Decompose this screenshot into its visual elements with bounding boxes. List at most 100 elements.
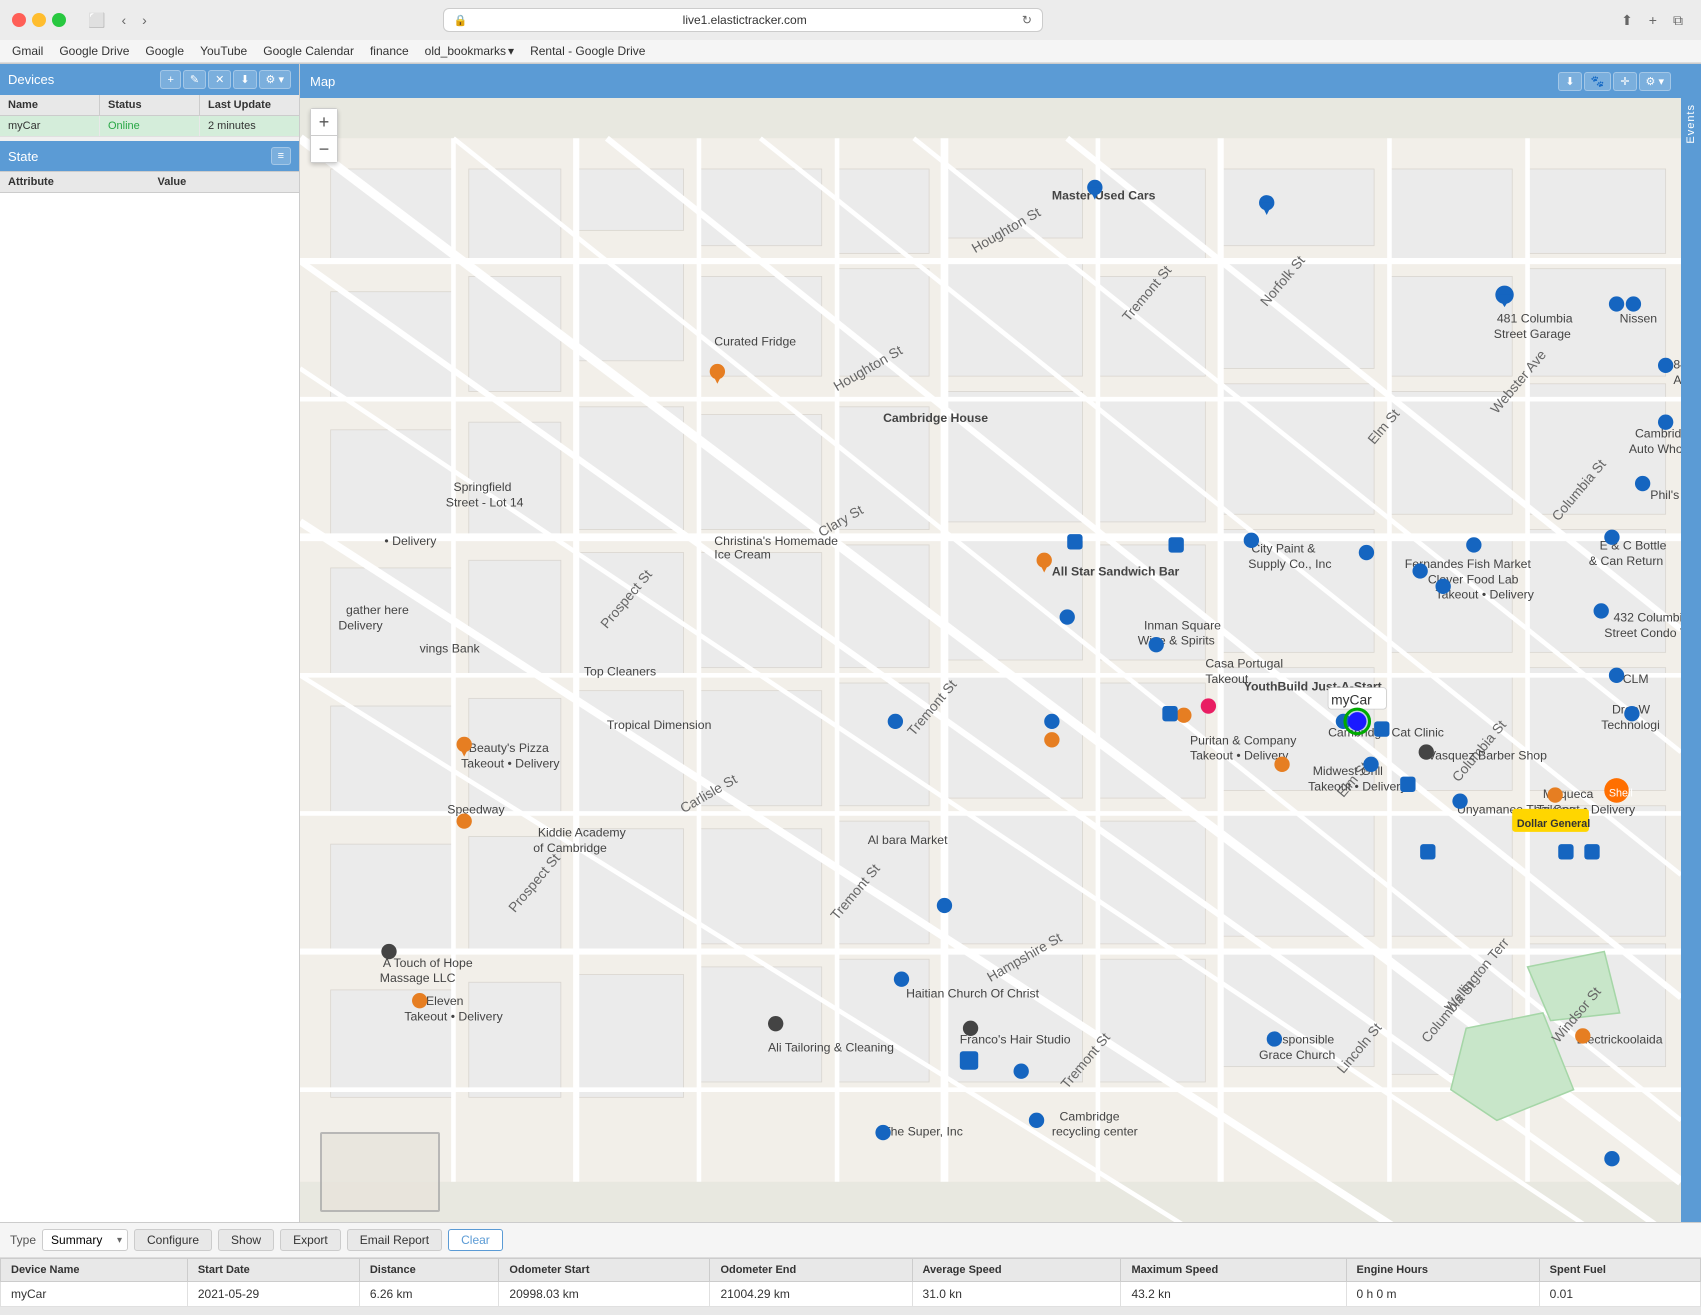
- svg-text:Supply Co., Inc: Supply Co., Inc: [1248, 557, 1331, 571]
- col-engine-hours: Engine Hours: [1346, 1259, 1539, 1282]
- zoom-in-button[interactable]: +: [311, 109, 337, 135]
- events-sidebar-label: Events: [1685, 104, 1697, 144]
- devices-panel: Devices + ✎ ✕ ⬇ ⚙ ▾ Name Status Last Upd…: [0, 64, 299, 137]
- svg-text:myCar: myCar: [1331, 691, 1372, 707]
- cell-engine-hours: 0 h 0 m: [1346, 1282, 1539, 1307]
- state-view-button[interactable]: ≡: [271, 147, 291, 165]
- svg-text:gather here: gather here: [346, 603, 409, 617]
- settings-device-button[interactable]: ⚙ ▾: [259, 70, 291, 89]
- left-panel: Devices + ✎ ✕ ⬇ ⚙ ▾ Name Status Last Upd…: [0, 64, 300, 1222]
- url-bar[interactable]: 🔒 live1.elastictracker.com ↻: [443, 8, 1043, 32]
- bookmark-rental[interactable]: Rental - Google Drive: [530, 44, 645, 58]
- svg-text:Curated Fridge: Curated Fridge: [714, 334, 796, 348]
- svg-text:Inman Square: Inman Square: [1144, 618, 1221, 632]
- bookmark-drive[interactable]: Google Drive: [59, 44, 129, 58]
- col-odometer-start: Odometer Start: [499, 1259, 710, 1282]
- maximize-traffic-light[interactable]: [52, 13, 66, 27]
- map-header-actions: ⬇ 🐾 ✛ ⚙ ▾: [1558, 72, 1671, 91]
- sidebar-toggle-button[interactable]: ⬜: [82, 10, 111, 31]
- col-max-speed: Maximum Speed: [1121, 1259, 1346, 1282]
- bottom-toolbar: Type Summary Trips Events Stops ▾ Config…: [0, 1223, 1701, 1258]
- export-button[interactable]: Export: [280, 1229, 341, 1251]
- svg-text:Cambridge: Cambridge: [1060, 1109, 1120, 1123]
- svg-text:A Touch of Hope: A Touch of Hope: [383, 956, 473, 970]
- svg-text:Grace Church: Grace Church: [1259, 1048, 1336, 1062]
- forward-button[interactable]: ›: [136, 10, 153, 31]
- tabs-button[interactable]: ⧉: [1667, 10, 1689, 31]
- svg-text:Ave Parking: Ave Parking: [1673, 373, 1681, 387]
- back-button[interactable]: ‹: [115, 10, 132, 31]
- edit-device-button[interactable]: ✎: [183, 70, 206, 89]
- download-device-button[interactable]: ⬇: [233, 70, 256, 89]
- svg-text:Street - Lot 14: Street - Lot 14: [446, 496, 524, 510]
- cell-odometer-end: 21004.29 km: [710, 1282, 912, 1307]
- col-device-name: Device Name: [1, 1259, 188, 1282]
- cell-distance: 6.26 km: [359, 1282, 499, 1307]
- devices-table-header: Name Status Last Update: [0, 95, 299, 116]
- type-select[interactable]: Summary Trips Events Stops: [42, 1229, 128, 1251]
- svg-text:Cambridge House: Cambridge House: [883, 411, 988, 425]
- svg-text:Ice Cream: Ice Cream: [714, 548, 771, 562]
- right-sidebar[interactable]: Events: [1681, 64, 1701, 1222]
- bookmark-old-bookmarks[interactable]: old_bookmarks ▾: [425, 44, 514, 58]
- email-report-button[interactable]: Email Report: [347, 1229, 442, 1251]
- map-container[interactable]: Houghton St Houghton St Tremont St Norfo…: [300, 98, 1681, 1222]
- clear-button[interactable]: Clear: [448, 1229, 503, 1251]
- bookmark-youtube[interactable]: YouTube: [200, 44, 247, 58]
- svg-text:Haitian Church Of Christ: Haitian Church Of Christ: [906, 987, 1040, 1001]
- devices-panel-header: Devices + ✎ ✕ ⬇ ⚙ ▾: [0, 64, 299, 95]
- report-table: Device Name Start Date Distance Odometer…: [0, 1258, 1701, 1307]
- col-avg-speed: Average Speed: [912, 1259, 1121, 1282]
- svg-text:Franco's Hair Studio: Franco's Hair Studio: [960, 1033, 1071, 1047]
- svg-text:Al bara Market: Al bara Market: [868, 833, 948, 847]
- col-name: Name: [0, 95, 100, 115]
- bookmarks-bar: Gmail Google Drive Google YouTube Google…: [0, 40, 1701, 63]
- col-last-update: Last Update: [200, 95, 299, 115]
- cell-odometer-start: 20998.03 km: [499, 1282, 710, 1307]
- map-paw-button[interactable]: 🐾: [1584, 72, 1612, 91]
- col-spent-fuel: Spent Fuel: [1539, 1259, 1700, 1282]
- delete-device-button[interactable]: ✕: [208, 70, 231, 89]
- svg-text:Auto Wholesale: Auto Wholesale: [1629, 442, 1681, 456]
- svg-text:CLM: CLM: [1623, 672, 1649, 686]
- url-text: live1.elastictracker.com: [474, 13, 1016, 27]
- device-row-mycar[interactable]: myCar Online 2 minutes: [0, 116, 299, 137]
- bookmark-finance[interactable]: finance: [370, 44, 409, 58]
- svg-text:Delivery: Delivery: [338, 618, 383, 632]
- state-panel-title: State: [8, 149, 38, 164]
- svg-text:Beauty's Pizza: Beauty's Pizza: [469, 741, 549, 755]
- map-header: Map ⬇ 🐾 ✛ ⚙ ▾: [300, 64, 1681, 98]
- bookmark-calendar[interactable]: Google Calendar: [263, 44, 354, 58]
- app-container: Devices + ✎ ✕ ⬇ ⚙ ▾ Name Status Last Upd…: [0, 64, 1701, 1307]
- share-button[interactable]: ⬆: [1615, 10, 1639, 31]
- map-locate-button[interactable]: ⬇: [1558, 72, 1581, 91]
- svg-text:& Can Return: & Can Return: [1589, 554, 1663, 568]
- refresh-icon[interactable]: ↻: [1022, 13, 1032, 27]
- state-panel-actions: ≡: [271, 147, 291, 165]
- lock-icon: 🔒: [454, 14, 468, 27]
- close-traffic-light[interactable]: [12, 13, 26, 27]
- device-name-cell: myCar: [0, 116, 100, 136]
- bookmark-gmail[interactable]: Gmail: [12, 44, 43, 58]
- state-col-value: Value: [150, 172, 300, 192]
- minimize-traffic-light[interactable]: [32, 13, 46, 27]
- map-settings-button[interactable]: ⚙ ▾: [1639, 72, 1671, 91]
- add-device-button[interactable]: +: [160, 70, 180, 89]
- svg-text:Takeout • Delivery: Takeout • Delivery: [461, 756, 560, 770]
- map-move-button[interactable]: ✛: [1613, 72, 1636, 91]
- map-zoom-controls: + −: [310, 108, 338, 163]
- browser-actions: ⬆ + ⧉: [1615, 10, 1689, 31]
- svg-text:Street Condo Trust: Street Condo Trust: [1604, 626, 1681, 640]
- svg-text:City Paint &: City Paint &: [1251, 542, 1315, 556]
- new-tab-button[interactable]: +: [1643, 10, 1663, 31]
- svg-text:Takeout • Delivery: Takeout • Delivery: [1190, 749, 1289, 763]
- show-button[interactable]: Show: [218, 1229, 274, 1251]
- zoom-out-button[interactable]: −: [311, 136, 337, 162]
- bookmark-google[interactable]: Google: [145, 44, 184, 58]
- configure-button[interactable]: Configure: [134, 1229, 212, 1251]
- cell-avg-speed: 31.0 kn: [912, 1282, 1121, 1307]
- cell-device-name: myCar: [1, 1282, 188, 1307]
- svg-text:Takeout • Delivery: Takeout • Delivery: [1308, 779, 1407, 793]
- mini-map[interactable]: [320, 1132, 440, 1212]
- devices-panel-actions: + ✎ ✕ ⬇ ⚙ ▾: [160, 70, 291, 89]
